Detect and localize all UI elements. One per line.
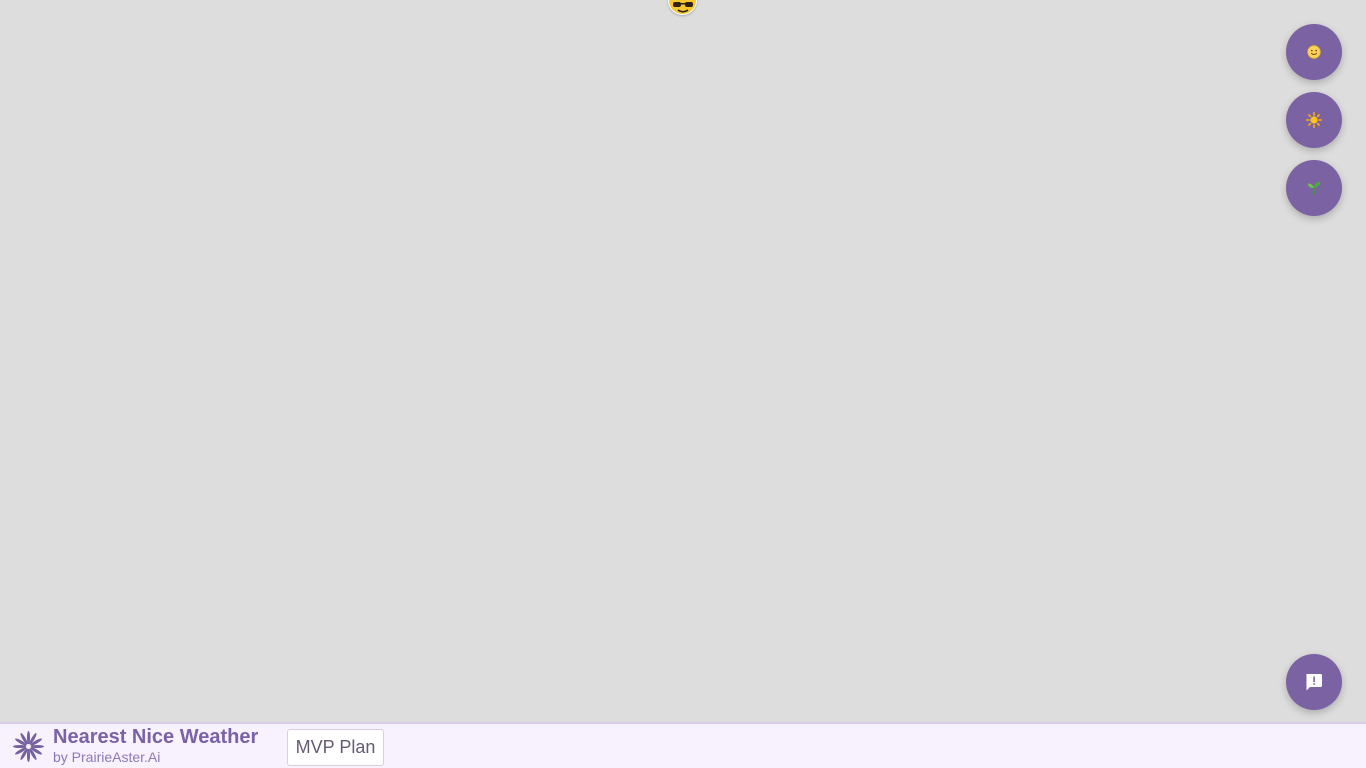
smiling-face-icon xyxy=(1307,45,1321,59)
sunglasses-face-icon xyxy=(672,2,693,13)
feedback-icon xyxy=(1306,674,1322,691)
aster-flower-icon xyxy=(13,731,44,762)
feedback-button[interactable] xyxy=(1286,654,1342,710)
weather-filter-button[interactable] xyxy=(1286,92,1342,148)
user-location-marker[interactable] xyxy=(668,0,697,15)
brand-title: Nearest Nice Weather xyxy=(53,726,259,748)
mood-filter-button[interactable] xyxy=(1286,24,1342,80)
footer-bar: Nearest Nice Weather by PrairieAster.Ai … xyxy=(0,722,1366,768)
mvp-plan-button[interactable]: MVP Plan xyxy=(287,729,384,766)
sun-icon xyxy=(1306,112,1322,128)
activity-filter-button[interactable] xyxy=(1286,160,1342,216)
map-canvas[interactable] xyxy=(0,0,1366,722)
seedling-icon xyxy=(1307,181,1321,195)
brand-subtitle: by PrairieAster.Ai xyxy=(53,749,161,765)
